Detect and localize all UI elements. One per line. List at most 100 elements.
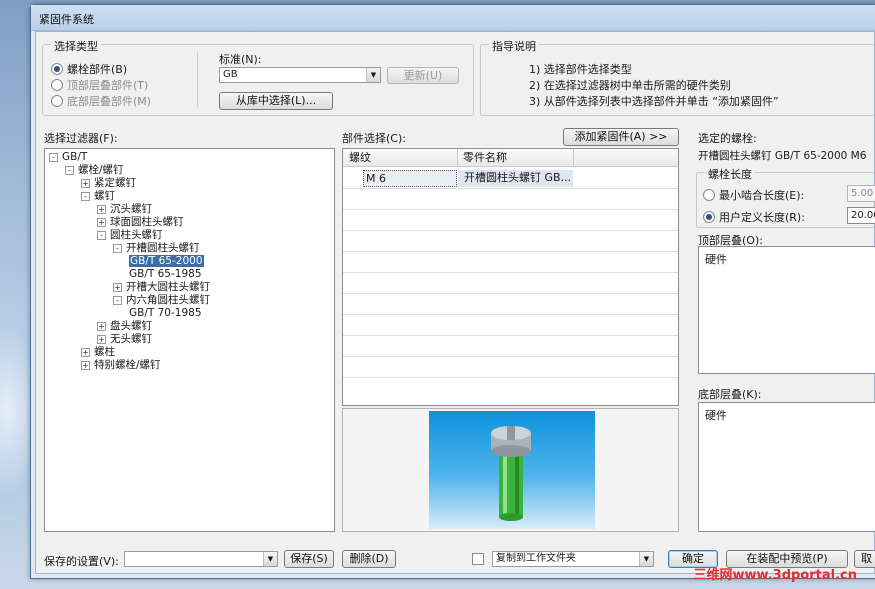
select-type-legend: 选择类型: [51, 38, 101, 54]
parts-grid[interactable]: 螺纹 零件名称 M 6 开槽圆柱头螺钉 GB...: [342, 148, 679, 406]
tree-node[interactable]: - 内六角圆柱头螺钉: [113, 294, 210, 307]
cancel-button[interactable]: 取: [854, 550, 875, 568]
guide-step-1: 1) 选择部件选择类型: [529, 63, 632, 76]
chevron-down-icon: ▼: [263, 552, 277, 566]
tree-node-label: 无头螺钉: [110, 333, 152, 345]
radio-bolt-part[interactable]: 螺栓部件(B): [51, 61, 127, 77]
radio-bottom-stack-part-label: 底部层叠部件(M): [67, 95, 152, 108]
standard-value: GB: [223, 69, 238, 80]
radio-user-length[interactable]: 用户定义长度(R):: [703, 209, 805, 225]
list-item[interactable]: 硬件: [705, 251, 727, 267]
radio-bottom-stack-part[interactable]: 底部层叠部件(M): [51, 93, 151, 109]
collapse-icon[interactable]: -: [113, 296, 122, 305]
tree-node-label: GB/T 70-1985: [129, 307, 202, 319]
table-row[interactable]: M 6 开槽圆柱头螺钉 GB...: [343, 168, 678, 189]
fastener-dialog: 紧固件系统 选择类型 螺栓部件(B) 顶部层叠部件(T) 底部层叠部件(M) 标…: [30, 4, 875, 579]
chevron-down-icon: ▼: [639, 552, 653, 566]
table-row-empty: [343, 210, 678, 231]
expand-icon[interactable]: +: [81, 179, 90, 188]
standard-combo[interactable]: GB ▼: [219, 67, 381, 83]
tree-node-label: 圆柱头螺钉: [110, 229, 163, 241]
dialog-client-area: 选择类型 螺栓部件(B) 顶部层叠部件(T) 底部层叠部件(M) 标准(N): …: [35, 31, 875, 574]
tree-node[interactable]: - 开槽圆柱头螺钉: [113, 242, 200, 255]
radio-top-stack-part-label: 顶部层叠部件(T): [67, 79, 149, 92]
collapse-icon[interactable]: -: [97, 231, 106, 240]
radio-bolt-part-label: 螺栓部件(B): [67, 63, 128, 76]
bottom-stack-list[interactable]: 硬件: [698, 402, 875, 532]
tree-node[interactable]: GB/T 70-1985: [129, 307, 202, 320]
copy-to-workfolder-checkbox[interactable]: [472, 553, 484, 565]
expand-icon[interactable]: +: [97, 335, 106, 344]
tree-node[interactable]: + 球面圆柱头螺钉: [97, 216, 184, 229]
column-part-name[interactable]: 零件名称: [463, 149, 507, 167]
radio-icon: [51, 79, 63, 91]
bolt-length-legend: 螺栓长度: [705, 166, 755, 182]
radio-min-length[interactable]: 最小啮合长度(E):: [703, 187, 804, 203]
standard-label: 标准(N):: [219, 53, 262, 66]
collapse-icon[interactable]: -: [81, 192, 90, 201]
tree-node[interactable]: - 螺钉: [81, 190, 115, 203]
window-title: 紧固件系统: [31, 5, 875, 31]
selected-bolt-label: 选定的螺栓:: [698, 132, 757, 145]
tree-node-label: 盘头螺钉: [110, 320, 152, 332]
tree-node[interactable]: + 开槽大圆柱头螺钉: [113, 281, 210, 294]
column-thread[interactable]: 螺纹: [349, 149, 371, 167]
expand-icon[interactable]: +: [97, 322, 106, 331]
tree-node-label: 紧定螺钉: [94, 177, 136, 189]
tree-node[interactable]: + 盘头螺钉: [97, 320, 152, 333]
expand-icon[interactable]: +: [97, 218, 106, 227]
expand-icon[interactable]: +: [81, 361, 90, 370]
collapse-icon[interactable]: -: [49, 153, 58, 162]
table-row-empty: [343, 231, 678, 252]
thread-cell[interactable]: M 6: [363, 170, 457, 187]
tree-node[interactable]: - GB/T: [49, 151, 87, 164]
tree-node-label: 螺栓/螺钉: [78, 164, 124, 176]
radio-top-stack-part[interactable]: 顶部层叠部件(T): [51, 77, 148, 93]
tree-node-label: GB/T 65-2000: [129, 255, 204, 267]
expand-icon[interactable]: +: [81, 348, 90, 357]
tree-node[interactable]: - 圆柱头螺钉: [97, 229, 163, 242]
expand-icon[interactable]: +: [113, 283, 122, 292]
collapse-icon[interactable]: -: [65, 166, 74, 175]
select-from-library-button[interactable]: 从库中选择(L)...: [219, 92, 333, 110]
parts-grid-header: 螺纹 零件名称: [343, 149, 678, 167]
tree-node[interactable]: + 紧定螺钉: [81, 177, 136, 190]
table-row-empty: [343, 252, 678, 273]
saved-settings-label: 保存的设置(V):: [44, 555, 119, 568]
tree-node[interactable]: + 无头螺钉: [97, 333, 152, 346]
tree-node[interactable]: + 螺柱: [81, 346, 115, 359]
tree-node-label: 螺钉: [94, 190, 115, 202]
save-button[interactable]: 保存(S): [284, 550, 334, 568]
expand-icon[interactable]: +: [97, 205, 106, 214]
radio-icon: [51, 95, 63, 107]
tree-node[interactable]: GB/T 65-1985: [129, 268, 202, 281]
collapse-icon[interactable]: -: [113, 244, 122, 253]
update-button[interactable]: 更新(U): [387, 67, 459, 84]
list-item[interactable]: 硬件: [705, 407, 727, 423]
bolt-preview-image: [429, 411, 595, 529]
tree-node-label: 球面圆柱头螺钉: [110, 216, 184, 228]
tree-node[interactable]: - 螺栓/螺钉: [65, 164, 124, 177]
tree-node-label: 开槽圆柱头螺钉: [126, 242, 200, 254]
filter-tree[interactable]: - GB/T - 螺栓/螺钉 + 紧定螺钉 - 螺钉 + 沉头螺钉 + 球面圆柱头螺钉 - 圆柱头螺钉 - 开…: [44, 148, 335, 532]
min-length-label: 最小啮合长度(E):: [719, 189, 805, 202]
saved-settings-combo[interactable]: ▼: [124, 551, 278, 567]
tree-node[interactable]: + 特别螺栓/螺钉: [81, 359, 161, 372]
add-fastener-button[interactable]: 添加紧固件(A) >>: [563, 128, 679, 146]
group-divider: [197, 51, 198, 107]
copy-option-combo[interactable]: 复制到工作文件夹 ▼: [492, 551, 654, 567]
tree-node[interactable]: GB/T 65-2000: [129, 255, 204, 268]
tree-node[interactable]: + 沉头螺钉: [97, 203, 152, 216]
delete-button[interactable]: 删除(D): [342, 550, 396, 568]
user-length-input[interactable]: 20.00: [847, 207, 875, 224]
tree-node-label: GB/T: [62, 151, 88, 163]
min-length-input[interactable]: 5.00: [847, 185, 875, 202]
column-divider: [573, 149, 574, 167]
parts-label: 部件选择(C):: [342, 132, 406, 145]
guide-step-3: 3) 从部件选择列表中选择部件并单击 “添加紧固件”: [529, 95, 779, 108]
bolt-length-group: 螺栓长度 最小啮合长度(E): 5.00 用户定义长度(R): 20.00: [696, 166, 875, 228]
part-name-cell[interactable]: 开槽圆柱头螺钉 GB...: [458, 170, 573, 187]
part-preview-panel: [342, 408, 679, 532]
select-type-group: 选择类型 螺栓部件(B) 顶部层叠部件(T) 底部层叠部件(M) 标准(N): …: [42, 38, 474, 116]
top-stack-list[interactable]: 硬件: [698, 246, 875, 374]
